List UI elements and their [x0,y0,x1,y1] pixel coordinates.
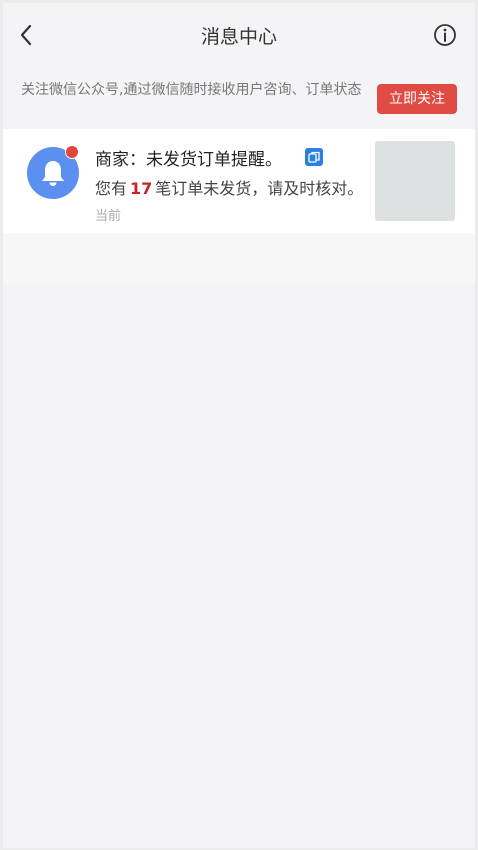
copy-icon[interactable] [305,148,323,166]
message-body: 您有 17 笔订单未发货，请及时核对。 [95,175,363,199]
message-time: 当前 [95,209,122,224]
body-suffix: 笔订单未发货，请及时核对。 [155,179,364,198]
info-button[interactable] [431,21,459,49]
body-prefix: 您有 [95,179,128,198]
info-icon [431,24,459,53]
message-center-screen: 消息中心 关注微信公众号,通过微信随时接收用户咨询、订单状态 立即关注 商家：未… [3,3,475,848]
message-thumbnail [375,141,455,221]
message-list-item[interactable]: 商家：未发货订单提醒。 您有 17 笔订单未发货，请及时核对。 当前 [3,129,475,233]
follow-wechat-banner: 关注微信公众号,通过微信随时接收用户咨询、订单状态 立即关注 [3,67,475,129]
follow-now-button[interactable]: 立即关注 [377,84,457,114]
header-bar: 消息中心 [3,3,475,67]
unread-badge [65,145,79,159]
page-title: 消息中心 [200,26,277,48]
message-title: 商家：未发货订单提醒。 [95,150,282,170]
unshipped-count: 17 [130,179,153,198]
list-spacer [3,233,475,285]
follow-description: 关注微信公众号,通过微信随时接收用户咨询、订单状态 [21,82,362,98]
